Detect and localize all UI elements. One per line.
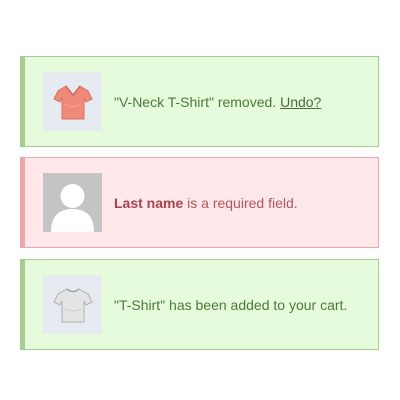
removed-message-text: "V-Neck T-Shirt" removed. [114,93,277,110]
removed-message: "V-Neck T-Shirt" removed. Undo? [114,93,321,111]
vneck-tshirt-thumbnail [43,72,102,131]
undo-link[interactable]: Undo? [280,94,321,110]
error-field-name: Last name [114,194,184,211]
tshirt-icon [52,287,93,322]
error-message-text: is a required field. [187,194,298,211]
tshirt-thumbnail [43,275,102,334]
vneck-tshirt-icon [52,84,93,119]
item-added-notice: "T-Shirt" has been added to your cart. [20,259,379,350]
error-message: Last name is a required field. [114,194,298,212]
avatar [43,173,102,232]
user-placeholder-icon [51,184,94,232]
added-message: "T-Shirt" has been added to your cart. [114,296,348,313]
item-removed-notice: "V-Neck T-Shirt" removed. Undo? [20,56,379,147]
required-field-error-notice: Last name is a required field. [20,157,379,248]
